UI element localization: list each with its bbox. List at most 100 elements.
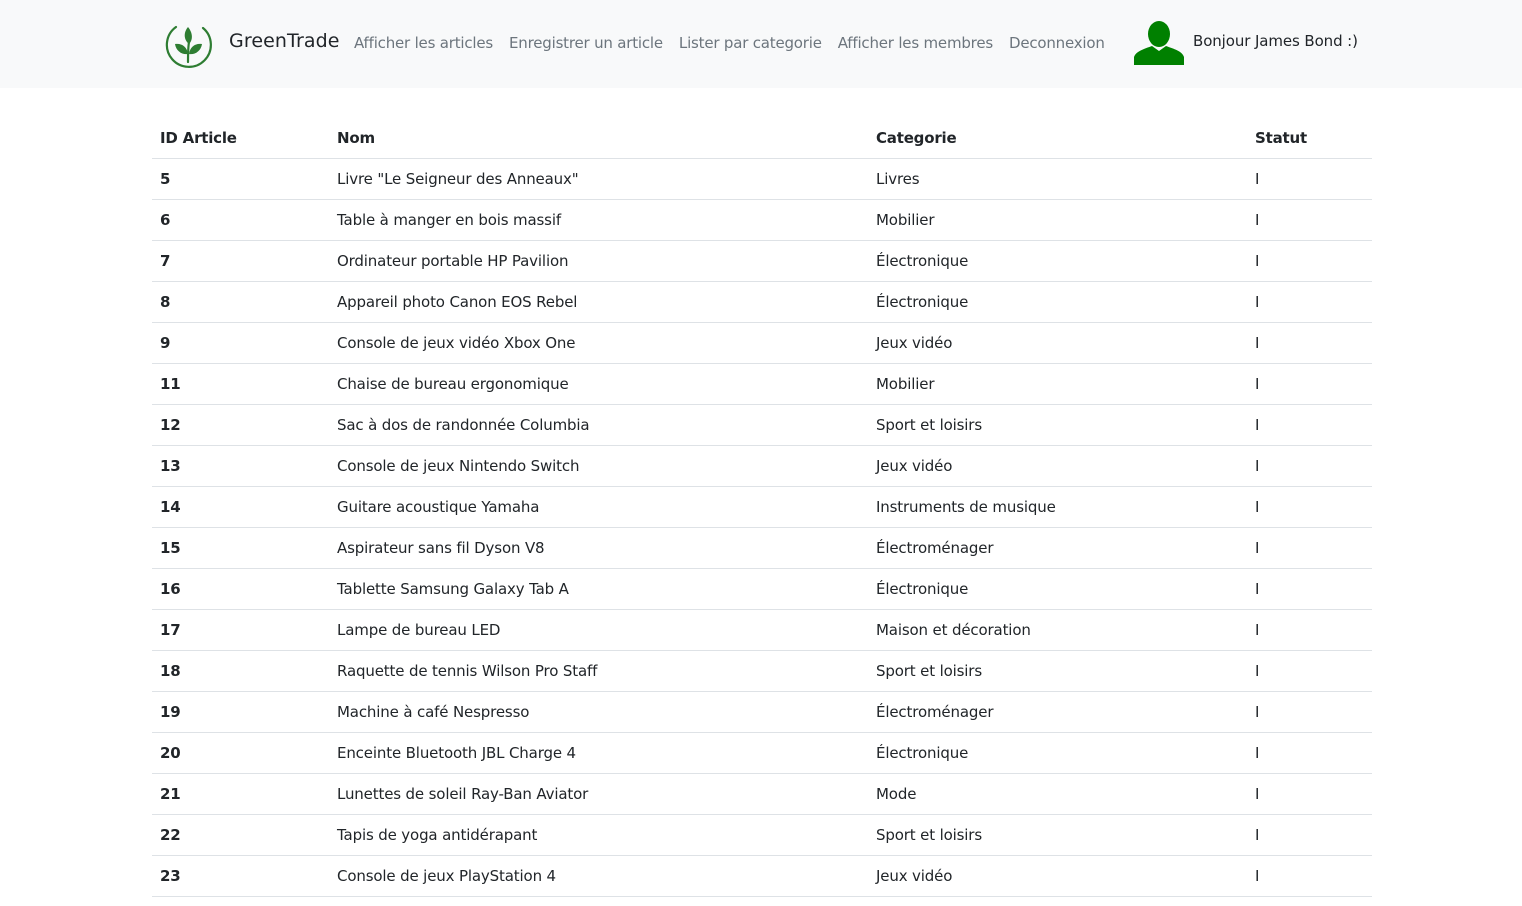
user-avatar-icon xyxy=(1134,21,1184,65)
brand-link[interactable]: GreenTrade xyxy=(163,18,340,68)
cell-nom: Table à manger en bois massif xyxy=(329,199,868,241)
cell-id-article: 17 xyxy=(152,609,329,651)
table-row: 9 Console de jeux vidéo Xbox One Jeux vidé… xyxy=(152,322,1372,364)
cell-statut: I xyxy=(1247,404,1372,446)
cell-statut: I xyxy=(1247,240,1372,282)
nav-afficher-membres[interactable]: Afficher les membres xyxy=(830,33,1001,53)
cell-statut: I xyxy=(1247,445,1372,487)
cell-statut: I xyxy=(1247,322,1372,364)
cell-id-article: 11 xyxy=(152,363,329,405)
cell-categorie: Électronique xyxy=(868,281,1247,323)
cell-categorie: Électronique xyxy=(868,732,1247,774)
cell-id-article: 14 xyxy=(152,486,329,528)
cell-statut: I xyxy=(1247,609,1372,651)
cell-categorie: Sport et loisirs xyxy=(868,814,1247,856)
cell-id-article: 21 xyxy=(152,773,329,815)
cell-nom: Aspirateur sans fil Dyson V8 xyxy=(329,527,868,569)
table-row: 8 Appareil photo Canon EOS Rebel Électroni… xyxy=(152,281,1372,323)
cell-categorie: Sport et loisirs xyxy=(868,650,1247,692)
brand-name: GreenTrade xyxy=(229,30,340,52)
cell-nom: Console de jeux vidéo Xbox One xyxy=(329,322,868,364)
cell-statut: I xyxy=(1247,363,1372,405)
table-row: 7 Ordinateur portable HP Pavilion Électron… xyxy=(152,240,1372,282)
table-row: 12 Sac à dos de randonnée Columbia Sport e… xyxy=(152,404,1372,446)
nav-lister-par-categorie[interactable]: Lister par categorie xyxy=(671,33,830,53)
cell-statut: I xyxy=(1247,814,1372,856)
cell-nom: Guitare acoustique Yamaha xyxy=(329,486,868,528)
cell-categorie: Sport et loisirs xyxy=(868,404,1247,446)
cell-id-article: 16 xyxy=(152,568,329,610)
cell-id-article: 7 xyxy=(152,240,329,282)
cell-nom: Chaise de bureau ergonomique xyxy=(329,363,868,405)
cell-categorie: Mobilier xyxy=(868,363,1247,405)
cell-id-article: 6 xyxy=(152,199,329,241)
cell-categorie: Jeux vidéo xyxy=(868,855,1247,897)
table-row: 5 Livre "Le Seigneur des Anneaux" Livres I xyxy=(152,158,1372,200)
navbar: GreenTrade Afficher les articles Enregis… xyxy=(0,0,1522,88)
cell-id-article: 20 xyxy=(152,732,329,774)
cell-id-article: 15 xyxy=(152,527,329,569)
table-row: 20 Enceinte Bluetooth JBL Charge 4 Électro… xyxy=(152,732,1372,774)
table-row: 15 Aspirateur sans fil Dyson V8 Électromén… xyxy=(152,527,1372,569)
table-row: 16 Tablette Samsung Galaxy Tab A Électroni… xyxy=(152,568,1372,610)
table-row: 23 Console de jeux PlayStation 4 Jeux vidé… xyxy=(152,855,1372,897)
cell-id-article: 23 xyxy=(152,855,329,897)
table-row: 11 Chaise de bureau ergonomique Mobilier I xyxy=(152,363,1372,405)
cell-id-article: 9 xyxy=(152,322,329,364)
cell-statut: I xyxy=(1247,199,1372,241)
table-row: 22 Tapis de yoga antidérapant Sport et loi… xyxy=(152,814,1372,856)
cell-statut: I xyxy=(1247,527,1372,569)
table-row: 14 Guitare acoustique Yamaha Instruments d… xyxy=(152,486,1372,528)
cell-id-article: 13 xyxy=(152,445,329,487)
cell-nom: Lunettes de soleil Ray-Ban Aviator xyxy=(329,773,868,815)
cell-nom: Machine à café Nespresso xyxy=(329,691,868,733)
cell-statut: I xyxy=(1247,650,1372,692)
cell-categorie: Jeux vidéo xyxy=(868,445,1247,487)
leaf-logo-icon xyxy=(165,25,212,68)
table-row: 21 Lunettes de soleil Ray-Ban Aviator Mode… xyxy=(152,773,1372,815)
cell-categorie: Électronique xyxy=(868,568,1247,610)
nav-links: Afficher les articles Enregistrer un art… xyxy=(346,33,1113,53)
table-row: 18 Raquette de tennis Wilson Pro Staff Spo… xyxy=(152,650,1372,692)
table-row: 13 Console de jeux Nintendo Switch Jeux vi… xyxy=(152,445,1372,487)
cell-categorie: Maison et décoration xyxy=(868,609,1247,651)
nav-enregistrer-article[interactable]: Enregistrer un article xyxy=(501,33,671,53)
cell-nom: Enceinte Bluetooth JBL Charge 4 xyxy=(329,732,868,774)
cell-nom: Lampe de bureau LED xyxy=(329,609,868,651)
cell-id-article: 12 xyxy=(152,404,329,446)
table-body: 5 Livre "Le Seigneur des Anneaux" Livres I 6… xyxy=(152,158,1372,897)
nav-afficher-articles[interactable]: Afficher les articles xyxy=(346,33,501,53)
cell-statut: I xyxy=(1247,568,1372,610)
header-statut: Statut xyxy=(1247,118,1372,159)
cell-id-article: 19 xyxy=(152,691,329,733)
cell-nom: Tapis de yoga antidérapant xyxy=(329,814,868,856)
table-header-row: ID Article Nom Categorie Statut xyxy=(152,118,1372,159)
cell-statut: I xyxy=(1247,855,1372,897)
cell-nom: Console de jeux Nintendo Switch xyxy=(329,445,868,487)
cell-nom: Ordinateur portable HP Pavilion xyxy=(329,240,868,282)
cell-nom: Sac à dos de randonnée Columbia xyxy=(329,404,868,446)
cell-nom: Console de jeux PlayStation 4 xyxy=(329,855,868,897)
cell-nom: Livre "Le Seigneur des Anneaux" xyxy=(329,158,868,200)
user-greeting: Bonjour James Bond :) xyxy=(1193,32,1358,50)
cell-statut: I xyxy=(1247,158,1372,200)
cell-nom: Raquette de tennis Wilson Pro Staff xyxy=(329,650,868,692)
header-categorie: Categorie xyxy=(868,118,1247,159)
table-row: 6 Table à manger en bois massif Mobilier I xyxy=(152,199,1372,241)
cell-statut: I xyxy=(1247,773,1372,815)
cell-nom: Tablette Samsung Galaxy Tab A xyxy=(329,568,868,610)
cell-statut: I xyxy=(1247,732,1372,774)
cell-categorie: Mode xyxy=(868,773,1247,815)
header-id-article: ID Article xyxy=(152,118,329,159)
cell-categorie: Électroménager xyxy=(868,691,1247,733)
cell-categorie: Jeux vidéo xyxy=(868,322,1247,364)
cell-nom: Appareil photo Canon EOS Rebel xyxy=(329,281,868,323)
cell-statut: I xyxy=(1247,486,1372,528)
cell-statut: I xyxy=(1247,691,1372,733)
table-row: 19 Machine à café Nespresso Électroménager… xyxy=(152,691,1372,733)
header-nom: Nom xyxy=(329,118,868,159)
nav-deconnexion[interactable]: Deconnexion xyxy=(1001,33,1113,53)
cell-categorie: Livres xyxy=(868,158,1247,200)
cell-categorie: Mobilier xyxy=(868,199,1247,241)
cell-id-article: 5 xyxy=(152,158,329,200)
